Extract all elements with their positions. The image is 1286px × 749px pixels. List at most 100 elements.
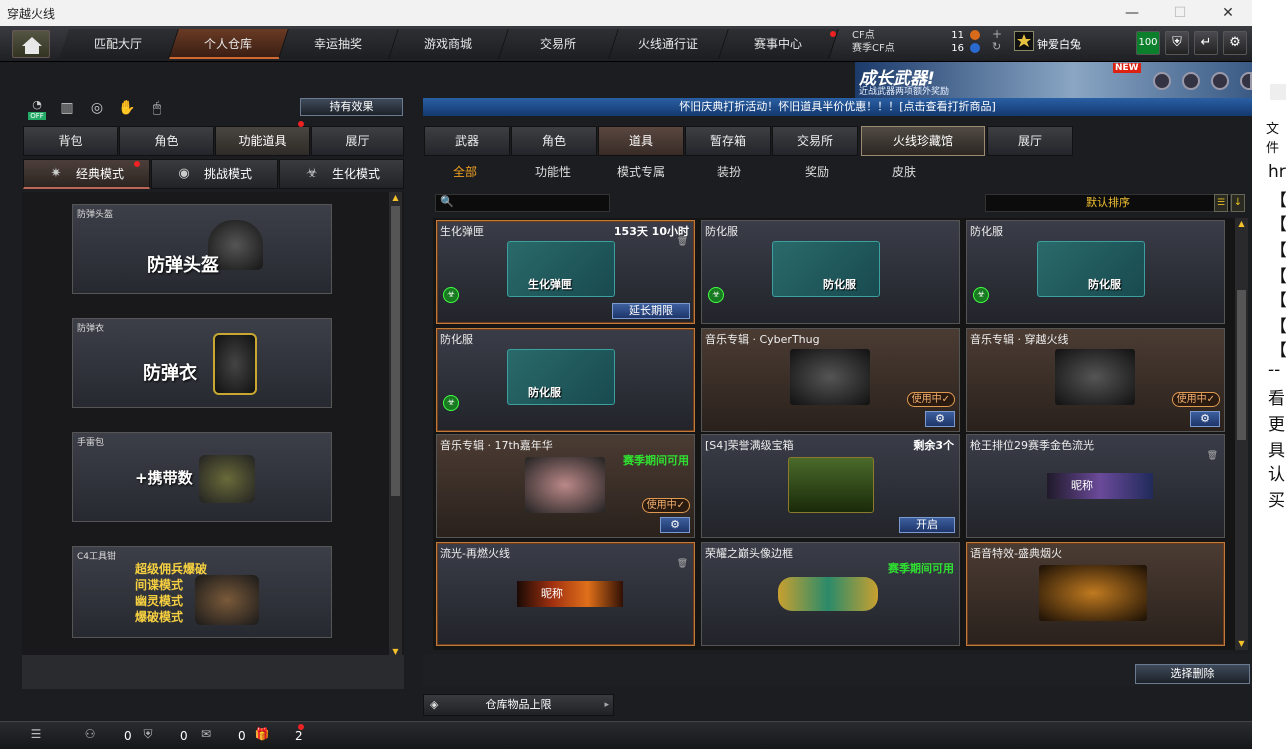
delete-icon[interactable]: 🗑 (677, 559, 688, 569)
settings-gear-icon[interactable]: ⚙ (1190, 411, 1220, 427)
shield-icon[interactable]: ⛨ (1165, 31, 1189, 55)
select-delete-button[interactable]: 选择删除 (1135, 664, 1250, 684)
tab-collection-hall[interactable]: 火线珍藏馆 (861, 126, 985, 156)
tab-weapons[interactable]: 武器 (424, 126, 510, 156)
item-card[interactable]: 音乐专辑 · 穿越火线 使用中✓ ⚙ (966, 328, 1225, 432)
tab-showroom[interactable]: 展厅 (987, 126, 1073, 156)
sort-dropdown[interactable]: 默认排序 (985, 194, 1231, 212)
item-card[interactable]: 防化服 防化服 ☣ (701, 220, 960, 324)
item-card[interactable]: 防化服 防化服 ☣ (966, 220, 1225, 324)
in-use-badge: 使用中✓ (906, 392, 955, 407)
settings-gear-icon[interactable]: ⚙ (660, 517, 690, 533)
delete-icon[interactable]: 🗑 (1207, 451, 1218, 461)
sort-direction-icon[interactable]: ↓ (1231, 194, 1245, 212)
settings-gear-icon[interactable]: ⚙ (925, 411, 955, 427)
scroll-thumb[interactable] (391, 206, 400, 496)
subtab-skins[interactable]: 皮肤 (892, 163, 916, 180)
holding-effect-button[interactable]: 持有效果 (300, 98, 403, 116)
function-item-list: 防弹头盔 防弹头盔 防弹衣 防弹衣 手雷包 +携带数 C4工具钳 超级佣兵爆破 … (22, 192, 404, 658)
nav-lucky-draw[interactable]: 幸运抽奖 (279, 29, 399, 59)
chat-icon[interactable]: ✉ (198, 727, 214, 743)
subtab-mode-exclusive[interactable]: 模式专属 (617, 163, 665, 180)
cf-value: 11 (951, 30, 964, 41)
subtab-all[interactable]: 全部 (453, 163, 477, 180)
emblem-icon[interactable] (1153, 72, 1171, 90)
promo-marquee[interactable]: 怀旧庆典打折活动！怀旧道具半价优惠！！！[点击查看打折商品] (423, 98, 1252, 116)
list-item[interactable]: 防弹衣 防弹衣 (72, 318, 332, 408)
menu-icon[interactable]: ☰ (28, 727, 44, 743)
maximize-button[interactable]: ☐ (1160, 2, 1200, 24)
scroll-down-icon[interactable]: ▼ (1235, 638, 1248, 650)
search-input[interactable]: 🔍 (435, 194, 610, 212)
target-icon[interactable] (1182, 72, 1200, 90)
mouse-icon[interactable]: 🖱 (146, 100, 168, 120)
tab-character[interactable]: 角色 (119, 126, 214, 156)
open-button[interactable]: 开启 (899, 517, 955, 533)
item-name: 流光-再燃火线 (440, 547, 510, 560)
refresh-icon[interactable]: ◎ (86, 100, 108, 120)
wreath-icon[interactable] (1211, 72, 1229, 90)
nav-game-mall[interactable]: 游戏商城 (389, 29, 509, 59)
item-card[interactable]: 语音特效-盛典烟火 (966, 542, 1225, 646)
grenade-image (199, 455, 255, 503)
mode-classic[interactable]: ✷ 经典模式 (23, 159, 150, 189)
nav-exchange[interactable]: 交易所 (499, 29, 619, 59)
season-cf-label: 赛季CF点 (852, 43, 895, 54)
storage-limit-button[interactable]: ◈ 仓库物品上限 ▸ (423, 694, 614, 716)
friends-icon[interactable]: ⚇ (82, 727, 98, 743)
tab-showroom[interactable]: 展厅 (311, 126, 404, 156)
tab-items[interactable]: 道具 (598, 126, 684, 156)
item-card[interactable]: [S4]荣誉满级宝箱 剩余3个 开启 (701, 434, 960, 538)
left-scrollbar[interactable]: ▲ ▼ (389, 192, 402, 658)
off-toggle-icon[interactable]: ◔ OFF (26, 98, 48, 120)
home-button[interactable] (12, 30, 50, 58)
tab-exchange[interactable]: 交易所 (772, 126, 858, 156)
mode-biochemical[interactable]: ☣ 生化模式 (279, 159, 404, 189)
item-card[interactable]: 荣耀之巅头像边框 赛季期间可用 (701, 542, 960, 646)
list-view-icon[interactable]: ☰ (1214, 194, 1228, 212)
extend-button[interactable]: 延长期限 (612, 303, 690, 319)
close-button[interactable]: ✕ (1208, 2, 1248, 24)
nav-event-center[interactable]: 赛事中心 (719, 29, 839, 59)
mode-line: 幽灵模式 (135, 594, 184, 608)
list-item[interactable]: 防弹头盔 防弹头盔 (72, 204, 332, 294)
nav-match-lobby[interactable]: 匹配大厅 (59, 29, 179, 59)
tab-storage-box[interactable]: 暂存箱 (685, 126, 771, 156)
nav-battle-pass[interactable]: 火线通行证 (609, 29, 729, 59)
doc-text: 具 (1268, 441, 1285, 461)
nav-personal-warehouse[interactable]: 个人仓库 (169, 29, 289, 59)
gift-count: 2 (295, 729, 303, 743)
item-card[interactable]: 音乐专辑 · CyberThug 使用中✓ ⚙ (701, 328, 960, 432)
exit-room-icon[interactable]: ↵ (1194, 31, 1218, 55)
item-card[interactable]: 音乐专辑 · 17th嘉年华 赛季期间可用 使用中✓ ⚙ (436, 434, 695, 538)
tab-backpack[interactable]: 背包 (23, 126, 118, 156)
hand-icon[interactable]: ✋ (116, 100, 138, 120)
tab-characters[interactable]: 角色 (511, 126, 597, 156)
mode-challenge[interactable]: ◉ 挑战模式 (151, 159, 278, 189)
scroll-up-icon[interactable]: ▲ (1235, 218, 1248, 230)
gift-icon[interactable]: 🎁 (254, 727, 270, 743)
add-currency-icon[interactable]: + (992, 27, 1002, 41)
delete-icon[interactable]: 🗑 (677, 237, 688, 247)
subtab-functional[interactable]: 功能性 (535, 163, 571, 180)
subtab-rewards[interactable]: 奖励 (805, 163, 829, 180)
subtab-cosmetic[interactable]: 装扮 (717, 163, 741, 180)
emblem-partial-icon[interactable] (1240, 72, 1252, 90)
list-item[interactable]: 手雷包 +携带数 (72, 432, 332, 522)
ranking-icon[interactable]: ▥ (56, 100, 78, 120)
minimize-button[interactable]: — (1112, 2, 1152, 24)
item-image: 防化服 (1037, 241, 1145, 297)
settings-gear-icon[interactable]: ⚙ (1223, 31, 1247, 55)
scroll-thumb[interactable] (1237, 290, 1246, 440)
item-card[interactable]: 流光-再燃火线 🗑 昵称 (436, 542, 695, 646)
tab-function-items[interactable]: 功能道具 (215, 126, 310, 156)
item-card[interactable]: 枪王排位29赛季金色流光 🗑 昵称 (966, 434, 1225, 538)
item-card[interactable]: 生化弹匣 153天 10小时 🗑 生化弹匣 ☣ 延长期限 (436, 220, 695, 324)
item-grid: 生化弹匣 153天 10小时 🗑 生化弹匣 ☣ 延长期限 防化服 防化服 ☣ 防… (433, 218, 1238, 650)
clan-shield-icon[interactable]: ⛨ (140, 727, 156, 743)
item-card[interactable]: 防化服 防化服 ☣ (436, 328, 695, 432)
refresh-currency-icon[interactable]: ↻ (992, 40, 1001, 53)
scroll-up-icon[interactable]: ▲ (389, 192, 402, 204)
list-item[interactable]: C4工具钳 超级佣兵爆破 间谍模式 幽灵模式 爆破模式 (72, 546, 332, 638)
grid-scrollbar[interactable]: ▲ ▼ (1235, 218, 1248, 650)
